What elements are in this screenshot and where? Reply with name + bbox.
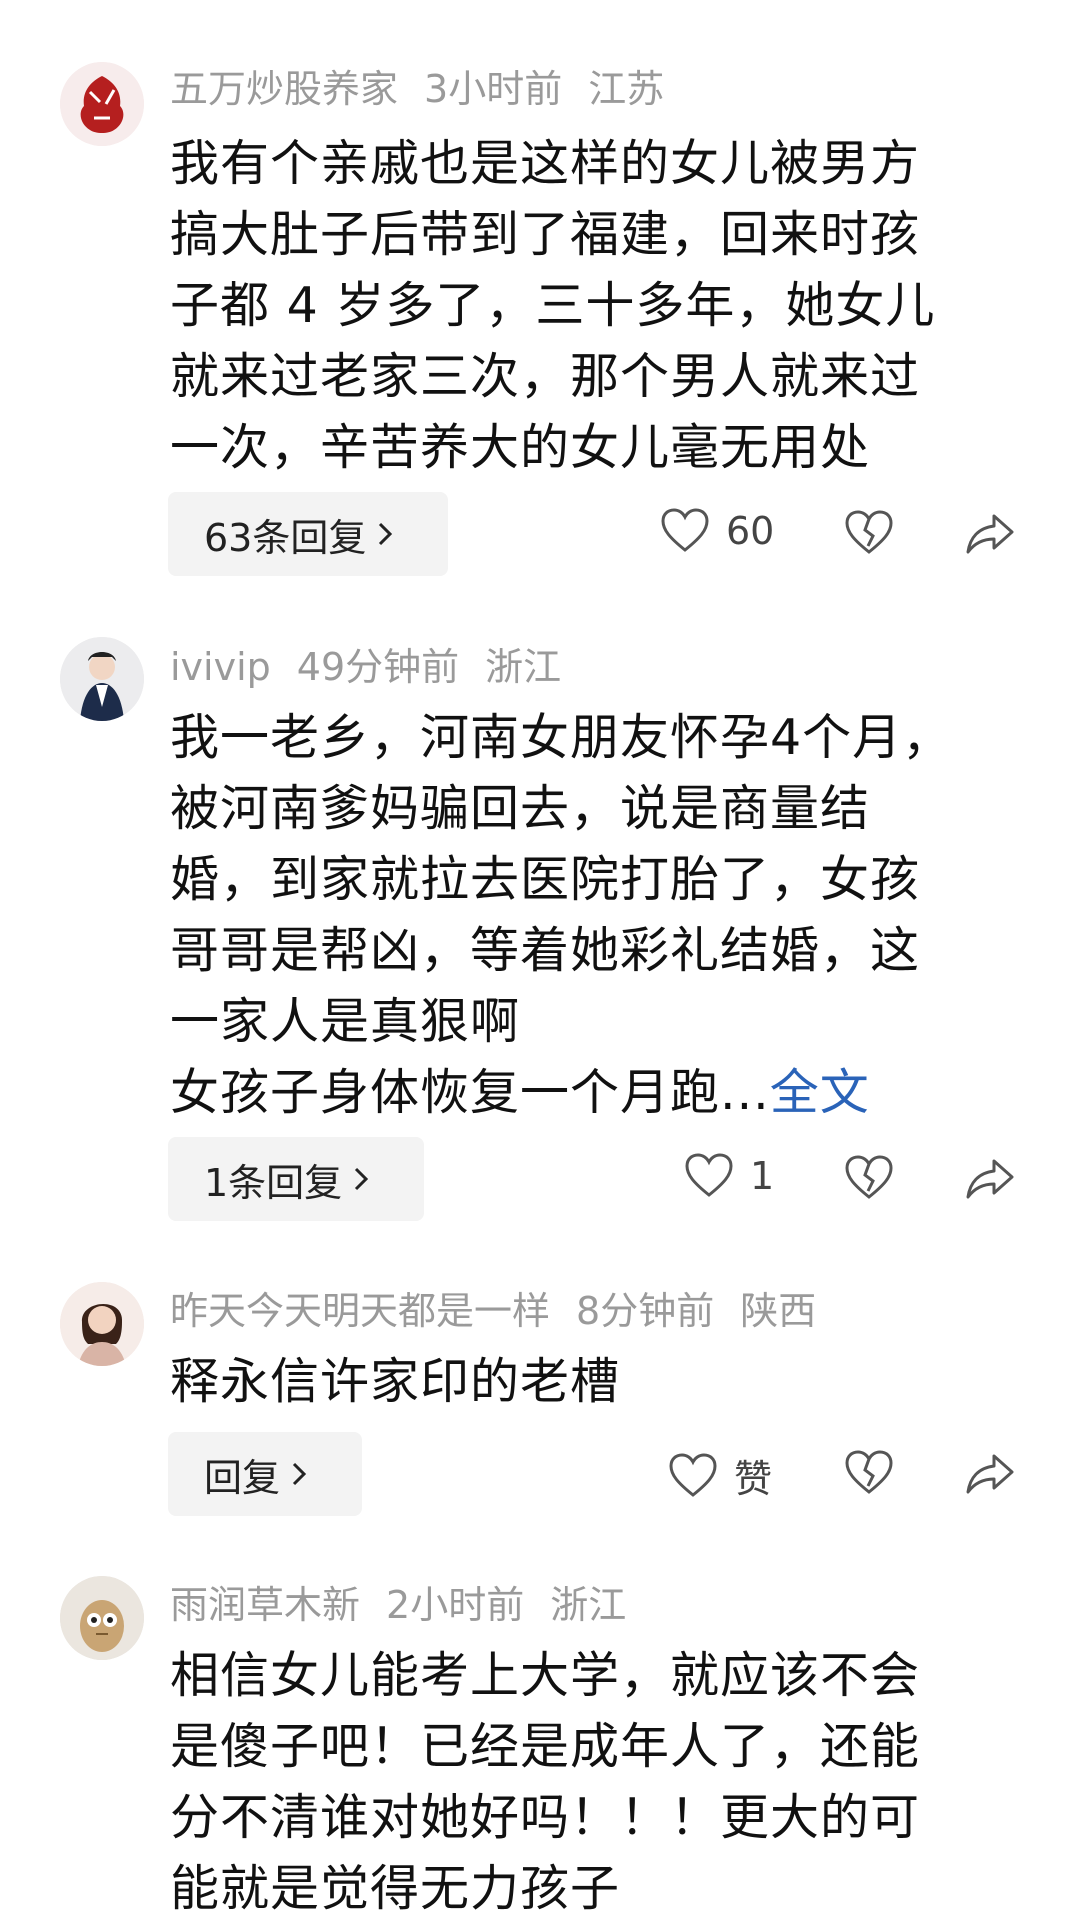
comment-time: 3小时前 bbox=[424, 67, 563, 111]
username[interactable]: ivivip bbox=[170, 645, 271, 689]
like-button[interactable]: 赞 bbox=[668, 1448, 772, 1503]
dislike-button[interactable] bbox=[844, 1450, 894, 1496]
reply-label: 63条回复 bbox=[204, 515, 367, 560]
comment-time: 8分钟前 bbox=[576, 1289, 715, 1333]
comment-text: 我一老乡，河南女朋友怀孕4个月， 被河南爹妈骗回去，说是商量结 婚，到家就拉去医… bbox=[170, 709, 953, 1121]
comment-text: 释永信许家印的老槽 bbox=[170, 1353, 621, 1410]
comment-meta: ivivip 49分钟前 浙江 bbox=[170, 636, 587, 691]
reply-button[interactable]: 63条回复 bbox=[168, 492, 448, 576]
avatar[interactable] bbox=[60, 1576, 144, 1660]
comment-text: 相信女儿能考上大学，就应该不会 是傻子吧！已经是成年人了，还能 分不清谁对她好吗… bbox=[170, 1647, 921, 1917]
username[interactable]: 雨润草木新 bbox=[170, 1583, 360, 1627]
like-count: 赞 bbox=[734, 1457, 773, 1501]
share-arrow-icon bbox=[964, 512, 1016, 556]
reply-label: 1条回复 bbox=[204, 1160, 343, 1205]
username[interactable]: 五万炒股养家 bbox=[170, 67, 398, 111]
reply-button[interactable]: 1条回复 bbox=[168, 1137, 424, 1221]
reply-label: 回复 bbox=[204, 1455, 281, 1500]
dislike-button[interactable] bbox=[844, 510, 894, 556]
comment-location: 浙江 bbox=[550, 1583, 627, 1627]
read-more-link[interactable]: 全文 bbox=[770, 1064, 870, 1121]
broken-heart-icon bbox=[844, 1450, 894, 1496]
username[interactable]: 昨天今天明天都是一样 bbox=[170, 1289, 550, 1333]
share-button[interactable] bbox=[964, 512, 1016, 556]
like-count: 1 bbox=[750, 1154, 775, 1198]
comment-location: 江苏 bbox=[588, 67, 665, 111]
dislike-button[interactable] bbox=[844, 1155, 894, 1201]
like-button[interactable]: 1 bbox=[684, 1153, 774, 1199]
like-button[interactable]: 60 bbox=[660, 508, 774, 554]
heart-outline-icon bbox=[684, 1153, 734, 1199]
chevron-right-icon bbox=[376, 520, 394, 548]
comment-time: 49分钟前 bbox=[296, 645, 460, 689]
comment-location: 浙江 bbox=[485, 645, 562, 689]
like-count: 60 bbox=[726, 509, 775, 553]
share-button[interactable] bbox=[964, 1452, 1016, 1496]
share-button[interactable] bbox=[964, 1157, 1016, 1201]
comment-time: 2小时前 bbox=[386, 1583, 525, 1627]
broken-heart-icon bbox=[844, 510, 894, 556]
heart-outline-icon bbox=[660, 508, 710, 554]
share-arrow-icon bbox=[964, 1452, 1016, 1496]
heart-outline-icon bbox=[668, 1452, 718, 1499]
avatar[interactable] bbox=[60, 62, 144, 146]
reply-button[interactable]: 回复 bbox=[168, 1432, 362, 1516]
share-arrow-icon bbox=[964, 1157, 1016, 1201]
chevron-right-icon bbox=[290, 1460, 308, 1488]
broken-heart-icon bbox=[844, 1155, 894, 1201]
avatar[interactable] bbox=[60, 637, 144, 721]
avatar[interactable] bbox=[60, 1282, 144, 1366]
comment-location: 陕西 bbox=[740, 1289, 817, 1333]
comment-text: 我有个亲戚也是这样的女儿被男方 搞大肚子后带到了福建，回来时孩 子都 4 岁多了… bbox=[170, 135, 936, 476]
chevron-right-icon bbox=[352, 1165, 370, 1193]
comment-meta: 五万炒股养家 3小时前 江苏 bbox=[170, 58, 690, 113]
comment-meta: 雨润草木新 2小时前 浙江 bbox=[170, 1574, 652, 1629]
comment-meta: 昨天今天明天都是一样 8分钟前 陕西 bbox=[170, 1280, 842, 1335]
